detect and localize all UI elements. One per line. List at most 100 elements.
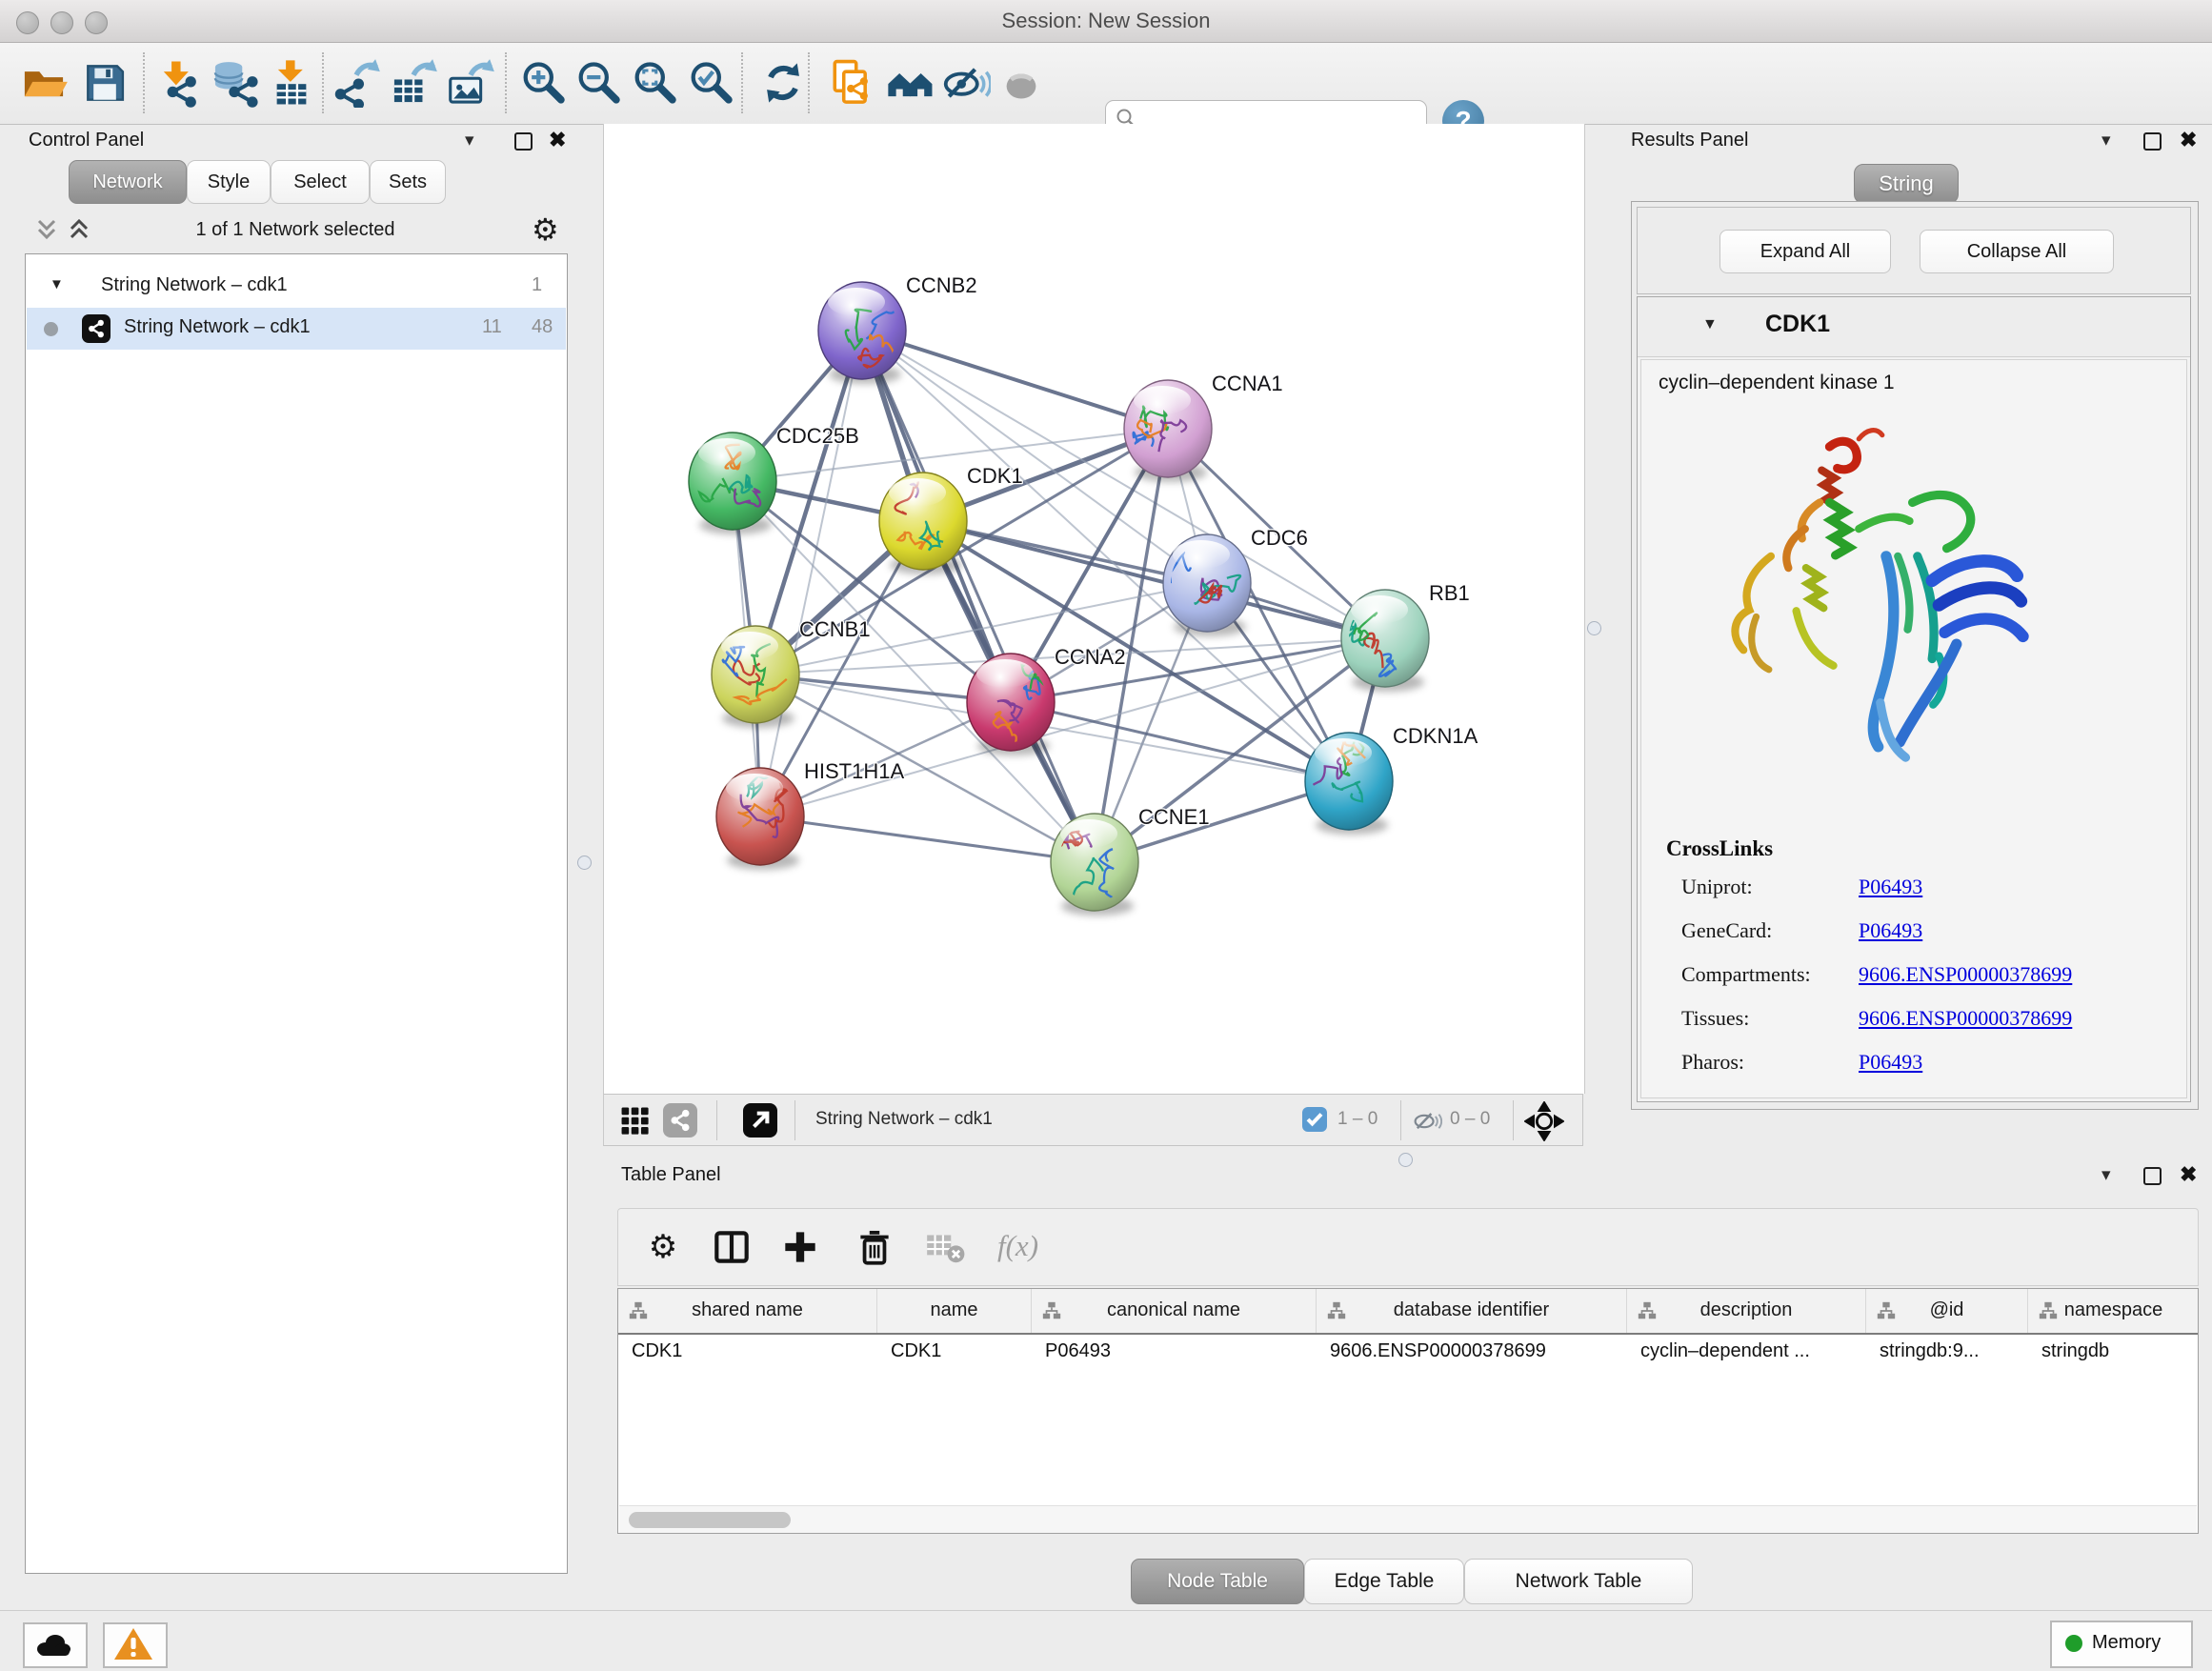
cdk1-section-header[interactable]: ▼ CDK1	[1638, 297, 2190, 357]
results-panel-menu-icon[interactable]: ▾	[2101, 131, 2111, 151]
network-node-RB1[interactable]: RB1	[1341, 581, 1470, 692]
table-cell[interactable]: CDK1	[632, 1335, 874, 1369]
zoom-out-icon[interactable]	[573, 58, 623, 108]
table-cell[interactable]: CDK1	[891, 1335, 1028, 1369]
import-network-file-icon[interactable]	[152, 58, 202, 108]
tab-node-table[interactable]: Node Table	[1131, 1559, 1304, 1604]
column-header-namespace[interactable]: namespace	[2028, 1289, 2199, 1333]
network-row-selected[interactable]: String Network – cdk1 11 48	[27, 308, 566, 350]
tab-string[interactable]: String	[1854, 164, 1959, 204]
save-session-icon[interactable]	[80, 58, 130, 108]
table-cell[interactable]: stringdb	[2041, 1335, 2196, 1369]
crosslink-link-uniprot[interactable]: P06493	[1859, 875, 1922, 899]
collection-expander-icon[interactable]: ▼	[50, 276, 64, 292]
results-panel-title: Results Panel	[1631, 130, 1748, 151]
show-visual-effects-icon[interactable]	[996, 58, 1046, 108]
network-node-CDC6[interactable]: CDC6	[1161, 526, 1308, 636]
network-node-CCNA2[interactable]: CCNA2	[967, 645, 1126, 755]
zoom-in-icon[interactable]	[518, 58, 568, 108]
column-header-description[interactable]: description	[1627, 1289, 1866, 1333]
table-cell[interactable]: cyclin–dependent ...	[1640, 1335, 1862, 1369]
crosslink-link-pharos[interactable]: P06493	[1859, 1050, 1922, 1075]
table-panel-menu-icon[interactable]: ▾	[2101, 1166, 2111, 1185]
import-network-database-icon[interactable]	[210, 58, 259, 108]
table-panel-float-icon[interactable]	[2143, 1167, 2162, 1185]
open-in-window-icon[interactable]	[743, 1103, 777, 1137]
network-node-CDKN1A[interactable]: CDKN1A	[1305, 724, 1478, 835]
table-cell[interactable]: 9606.ENSP00000378699	[1330, 1335, 1623, 1369]
selected-nodes-checkbox[interactable]	[1302, 1107, 1327, 1132]
toolbar-group-divider	[741, 52, 743, 113]
crosslink-link-compartments[interactable]: 9606.ENSP00000378699	[1859, 962, 2072, 987]
toolbar-divider	[794, 1100, 795, 1140]
toolbar-divider	[1513, 1100, 1514, 1140]
table-cell[interactable]: P06493	[1045, 1335, 1313, 1369]
hidden-items-eye-icon[interactable]	[1412, 1107, 1442, 1136]
export-image-icon[interactable]	[446, 58, 495, 108]
left-splitter-handle[interactable]	[577, 856, 592, 870]
network-node-CDC25B[interactable]: CDC25B	[689, 424, 859, 534]
crosslink-label-tissues: Tissues:	[1681, 1006, 1749, 1031]
network-node-CCNE1[interactable]: CCNE1	[1051, 805, 1210, 916]
crosslink-link-genecard[interactable]: P06493	[1859, 918, 1922, 943]
delete-column-trash-icon[interactable]	[853, 1225, 896, 1269]
right-splitter-handle[interactable]	[1587, 621, 1601, 635]
string-home-icon[interactable]	[886, 58, 935, 108]
tab-network-table[interactable]: Network Table	[1464, 1559, 1693, 1604]
tab-style[interactable]: Style	[187, 160, 271, 204]
add-column-icon[interactable]	[778, 1225, 822, 1269]
fit-selected-crosshair-icon[interactable]	[1524, 1101, 1564, 1141]
column-header-shared-name[interactable]: shared name	[618, 1289, 877, 1333]
expand-all-icon[interactable]	[65, 215, 93, 244]
tab-select[interactable]: Select	[271, 160, 370, 204]
control-panel-close-icon[interactable]: ✖	[549, 131, 566, 150]
control-panel-menu-icon[interactable]: ▾	[465, 131, 474, 151]
warnings-button[interactable]	[103, 1622, 168, 1668]
crosslink-label-uniprot: Uniprot:	[1681, 875, 1753, 899]
network-options-gear-icon[interactable]: ⚙	[532, 211, 559, 248]
network-node-CCNB2[interactable]: CCNB2	[818, 273, 977, 384]
import-table-file-icon[interactable]	[267, 58, 316, 108]
zoom-selected-icon[interactable]	[686, 58, 735, 108]
memory-button[interactable]: Memory	[2050, 1621, 2193, 1668]
network-node-CCNB1[interactable]: CCNB1	[712, 617, 871, 728]
table-settings-gear-icon[interactable]: ⚙	[641, 1225, 685, 1269]
results-panel-float-icon[interactable]	[2143, 132, 2162, 151]
tab-sets[interactable]: Sets	[370, 160, 446, 204]
grid-view-icon[interactable]	[619, 1105, 652, 1137]
export-table-icon[interactable]	[389, 58, 438, 108]
split-columns-icon[interactable]	[710, 1225, 754, 1269]
network-share-view-icon[interactable]	[663, 1103, 697, 1137]
network-node-CCNA1[interactable]: CCNA1	[1124, 372, 1283, 482]
zoom-fit-content-icon[interactable]	[630, 58, 679, 108]
column-header-@id[interactable]: @id	[1866, 1289, 2028, 1333]
scrollbar-thumb[interactable]	[629, 1512, 791, 1528]
section-expander-icon[interactable]: ▼	[1702, 316, 1718, 333]
collapse-all-icon[interactable]	[32, 215, 61, 244]
warning-icon	[105, 1624, 162, 1662]
column-header-database-identifier[interactable]: database identifier	[1317, 1289, 1627, 1333]
table-horizontal-scrollbar[interactable]	[619, 1505, 2197, 1534]
expand-all-button[interactable]: Expand All	[1719, 230, 1891, 273]
table-cell[interactable]: stringdb:9...	[1880, 1335, 2024, 1369]
network-node-CDK1[interactable]: CDK1	[874, 454, 1023, 574]
hide-visual-effects-icon[interactable]	[941, 58, 991, 108]
results-panel-close-icon[interactable]: ✖	[2180, 131, 2197, 150]
crosslink-link-tissues[interactable]: 9606.ENSP00000378699	[1859, 1006, 2072, 1031]
toolbar-divider	[716, 1100, 717, 1140]
column-header-canonical-name[interactable]: canonical name	[1032, 1289, 1317, 1333]
cloud-status-button[interactable]	[23, 1622, 88, 1668]
tab-edge-table[interactable]: Edge Table	[1304, 1559, 1464, 1604]
duplicate-network-icon[interactable]	[827, 58, 876, 108]
export-network-icon[interactable]	[332, 58, 381, 108]
table-panel-close-icon[interactable]: ✖	[2180, 1165, 2197, 1184]
open-session-icon[interactable]	[19, 58, 69, 108]
refresh-network-icon[interactable]	[758, 58, 808, 108]
collapse-all-button[interactable]: Collapse All	[1920, 230, 2114, 273]
network-collection-row[interactable]: ▼ String Network – cdk1 1	[27, 266, 566, 308]
network-canvas[interactable]: CCNB2 CCNA1 CDC25BCDK1 CDC6 RB1 CCNB1 CCNA2 CDK…	[603, 124, 1585, 1094]
control-panel-float-icon[interactable]	[514, 132, 533, 151]
column-header-name[interactable]: name	[877, 1289, 1032, 1333]
tab-network[interactable]: Network	[69, 160, 187, 204]
network-node-HIST1H1A[interactable]: HIST1H1A	[716, 759, 904, 870]
